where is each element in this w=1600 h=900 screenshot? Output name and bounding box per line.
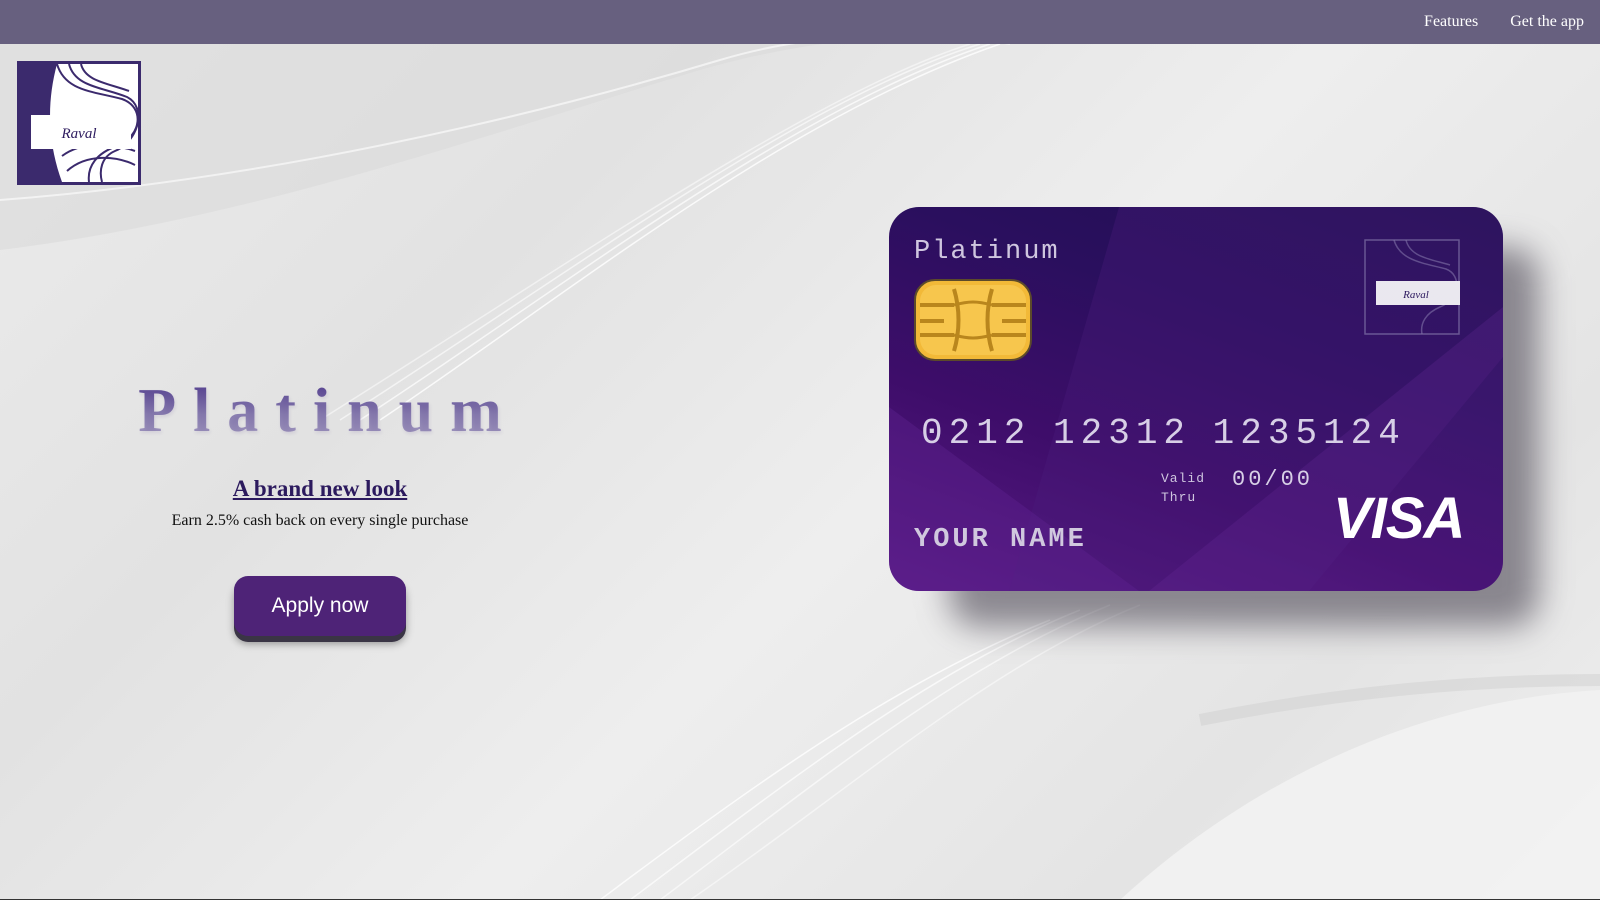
card-holder-name: YOUR NAME	[914, 525, 1087, 555]
logo-brand-text: Raval	[61, 126, 97, 142]
brand-logo[interactable]: Raval	[17, 61, 141, 185]
hero-section: Platinum A brand new look Earn 2.5% cash…	[0, 380, 640, 636]
apply-now-button[interactable]: Apply now	[234, 576, 406, 636]
credit-card-illustration: Platinum Raval 0212 12312 1235124 Valid …	[889, 207, 1539, 627]
nav-link-features[interactable]: Features	[1424, 13, 1478, 31]
nav-links: Features Get the app	[1424, 0, 1584, 44]
card-number: 0212 12312 1235124	[921, 413, 1406, 454]
hero-description: Earn 2.5% cash back on every single purc…	[171, 512, 469, 529]
credit-card: Platinum Raval 0212 12312 1235124 Valid …	[889, 207, 1503, 591]
card-tier-label: Platinum	[914, 237, 1060, 267]
card-brand-logo: Raval	[1364, 239, 1460, 335]
hero-subtitle-link[interactable]: A brand new look	[233, 476, 407, 502]
top-navbar: Features Get the app	[0, 0, 1600, 44]
chip-icon	[914, 279, 1032, 361]
valid-thru-label: Valid Thru	[1161, 471, 1206, 505]
visa-logo: VISA	[1333, 486, 1465, 551]
hero-title: Platinum	[0, 380, 640, 442]
nav-link-get-the-app[interactable]: Get the app	[1510, 13, 1584, 31]
card-logo-brand-text: Raval	[1402, 289, 1429, 301]
valid-thru-date: 00/00	[1232, 467, 1314, 492]
